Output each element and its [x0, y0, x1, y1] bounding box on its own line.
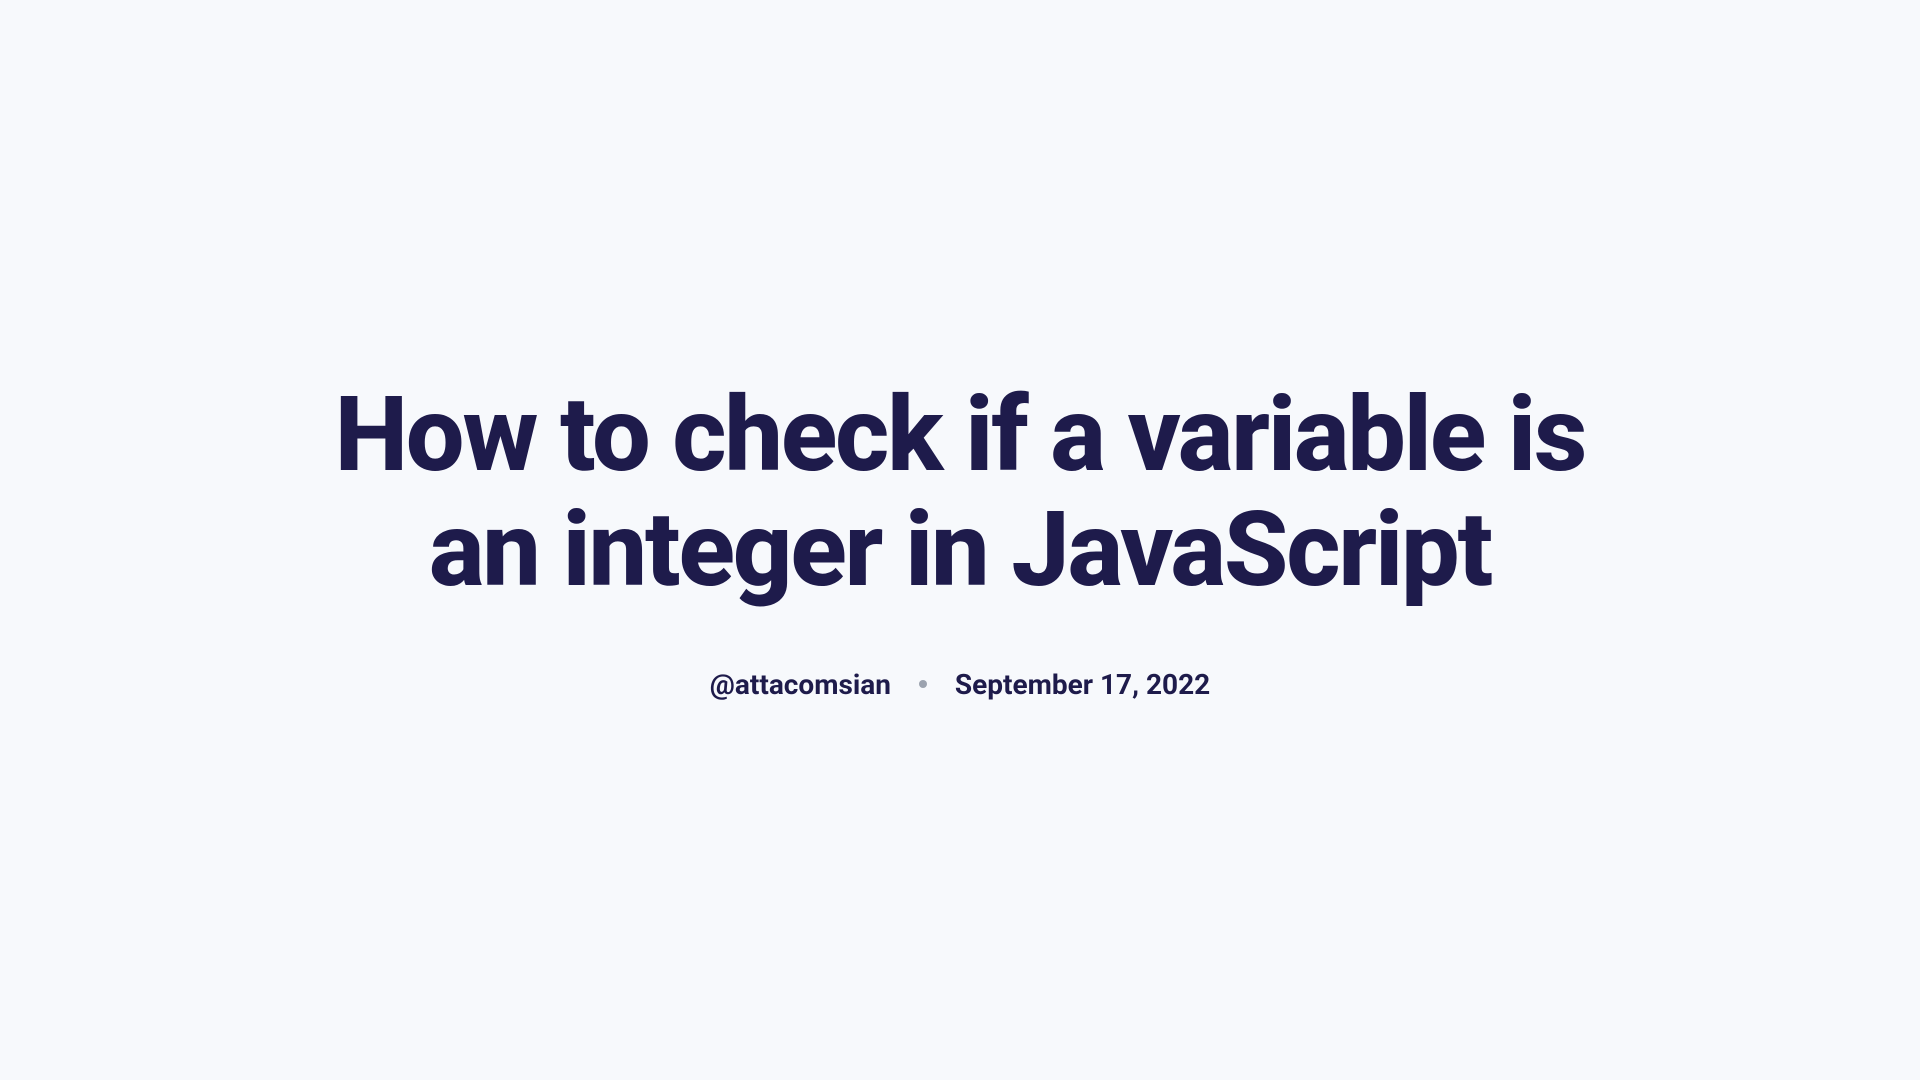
page-title: How to check if a variable is an integer…	[310, 379, 1610, 608]
meta-row: @attacomsian September 17, 2022	[710, 668, 1210, 701]
publish-date: September 17, 2022	[955, 668, 1210, 701]
author-handle: @attacomsian	[710, 668, 891, 701]
separator-dot	[919, 680, 927, 688]
